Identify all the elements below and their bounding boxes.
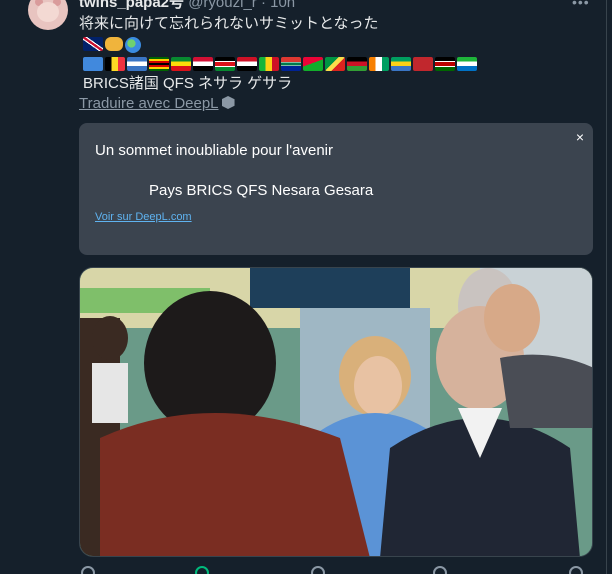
retweet-icon[interactable] [195, 566, 209, 574]
reply-icon[interactable] [81, 566, 95, 574]
view-on-deepl-link[interactable]: Voir sur DeepL.com [95, 211, 192, 223]
handshake-icon [105, 37, 123, 51]
close-icon[interactable]: × [576, 129, 584, 145]
gabon-flag-icon [391, 57, 411, 71]
tweet-text: 将来に向けて忘れられないサミットとなった [79, 15, 379, 32]
tweet-header: twins_papa2号 @ryouzi_r · 10h [79, 0, 295, 11]
tweet-page: twins_papa2号 @ryouzi_r · 10h ••• 将来に向けて忘… [0, 0, 612, 574]
handle-and-time[interactable]: @ryouzi_r · 10h [188, 0, 295, 11]
sudan-flag-icon [193, 57, 213, 71]
eritrea-flag-icon [303, 57, 323, 71]
zimbabwe-flag-icon [149, 57, 169, 71]
deepl-icon [221, 96, 235, 109]
translation-card: × Un sommet inoubliable pour l'avenir Pa… [79, 123, 593, 255]
somalia-flag-icon [83, 57, 103, 71]
globe-icon [125, 37, 141, 53]
translation-line: Un sommet inoubliable pour l'avenir [95, 142, 333, 159]
emoji-row [83, 37, 141, 53]
south-africa-flag-icon [281, 57, 301, 71]
south-sudan-flag-icon [215, 57, 235, 71]
share-icon[interactable] [569, 566, 583, 574]
flags-row [83, 57, 477, 71]
tweet-actions [79, 566, 593, 574]
morocco-flag-icon [413, 57, 433, 71]
kenya-flag-icon [435, 57, 455, 71]
translate-with-deepl-link[interactable]: Traduire avec DeepL [79, 95, 235, 112]
photo-illustration [80, 268, 592, 556]
ethiopia-flag-icon [171, 57, 191, 71]
avatar[interactable] [28, 0, 68, 30]
brics-line: BRICS諸国 QFS ネサラ ゲサラ [83, 75, 293, 92]
more-icon[interactable]: ••• [572, 0, 590, 10]
congo-flag-icon [325, 57, 345, 71]
column-divider [606, 0, 607, 574]
malawi-flag-icon [347, 57, 367, 71]
display-name[interactable]: twins_papa2号 [79, 0, 184, 11]
flag-icon [127, 57, 147, 71]
egypt-flag-icon [237, 57, 257, 71]
tweet-photo[interactable] [79, 267, 593, 557]
uk-flag-icon [83, 37, 103, 51]
translation-line: Pays BRICS QFS Nesara Gesara [149, 182, 374, 199]
like-icon[interactable] [311, 566, 325, 574]
translate-link-label[interactable]: Traduire avec DeepL [79, 95, 219, 112]
views-icon[interactable] [433, 566, 447, 574]
ivory-coast-flag-icon [369, 57, 389, 71]
sierra-leone-flag-icon [457, 57, 477, 71]
mali-flag-icon [259, 57, 279, 71]
avatar-face [37, 2, 59, 22]
belgium-flag-icon [105, 57, 125, 71]
